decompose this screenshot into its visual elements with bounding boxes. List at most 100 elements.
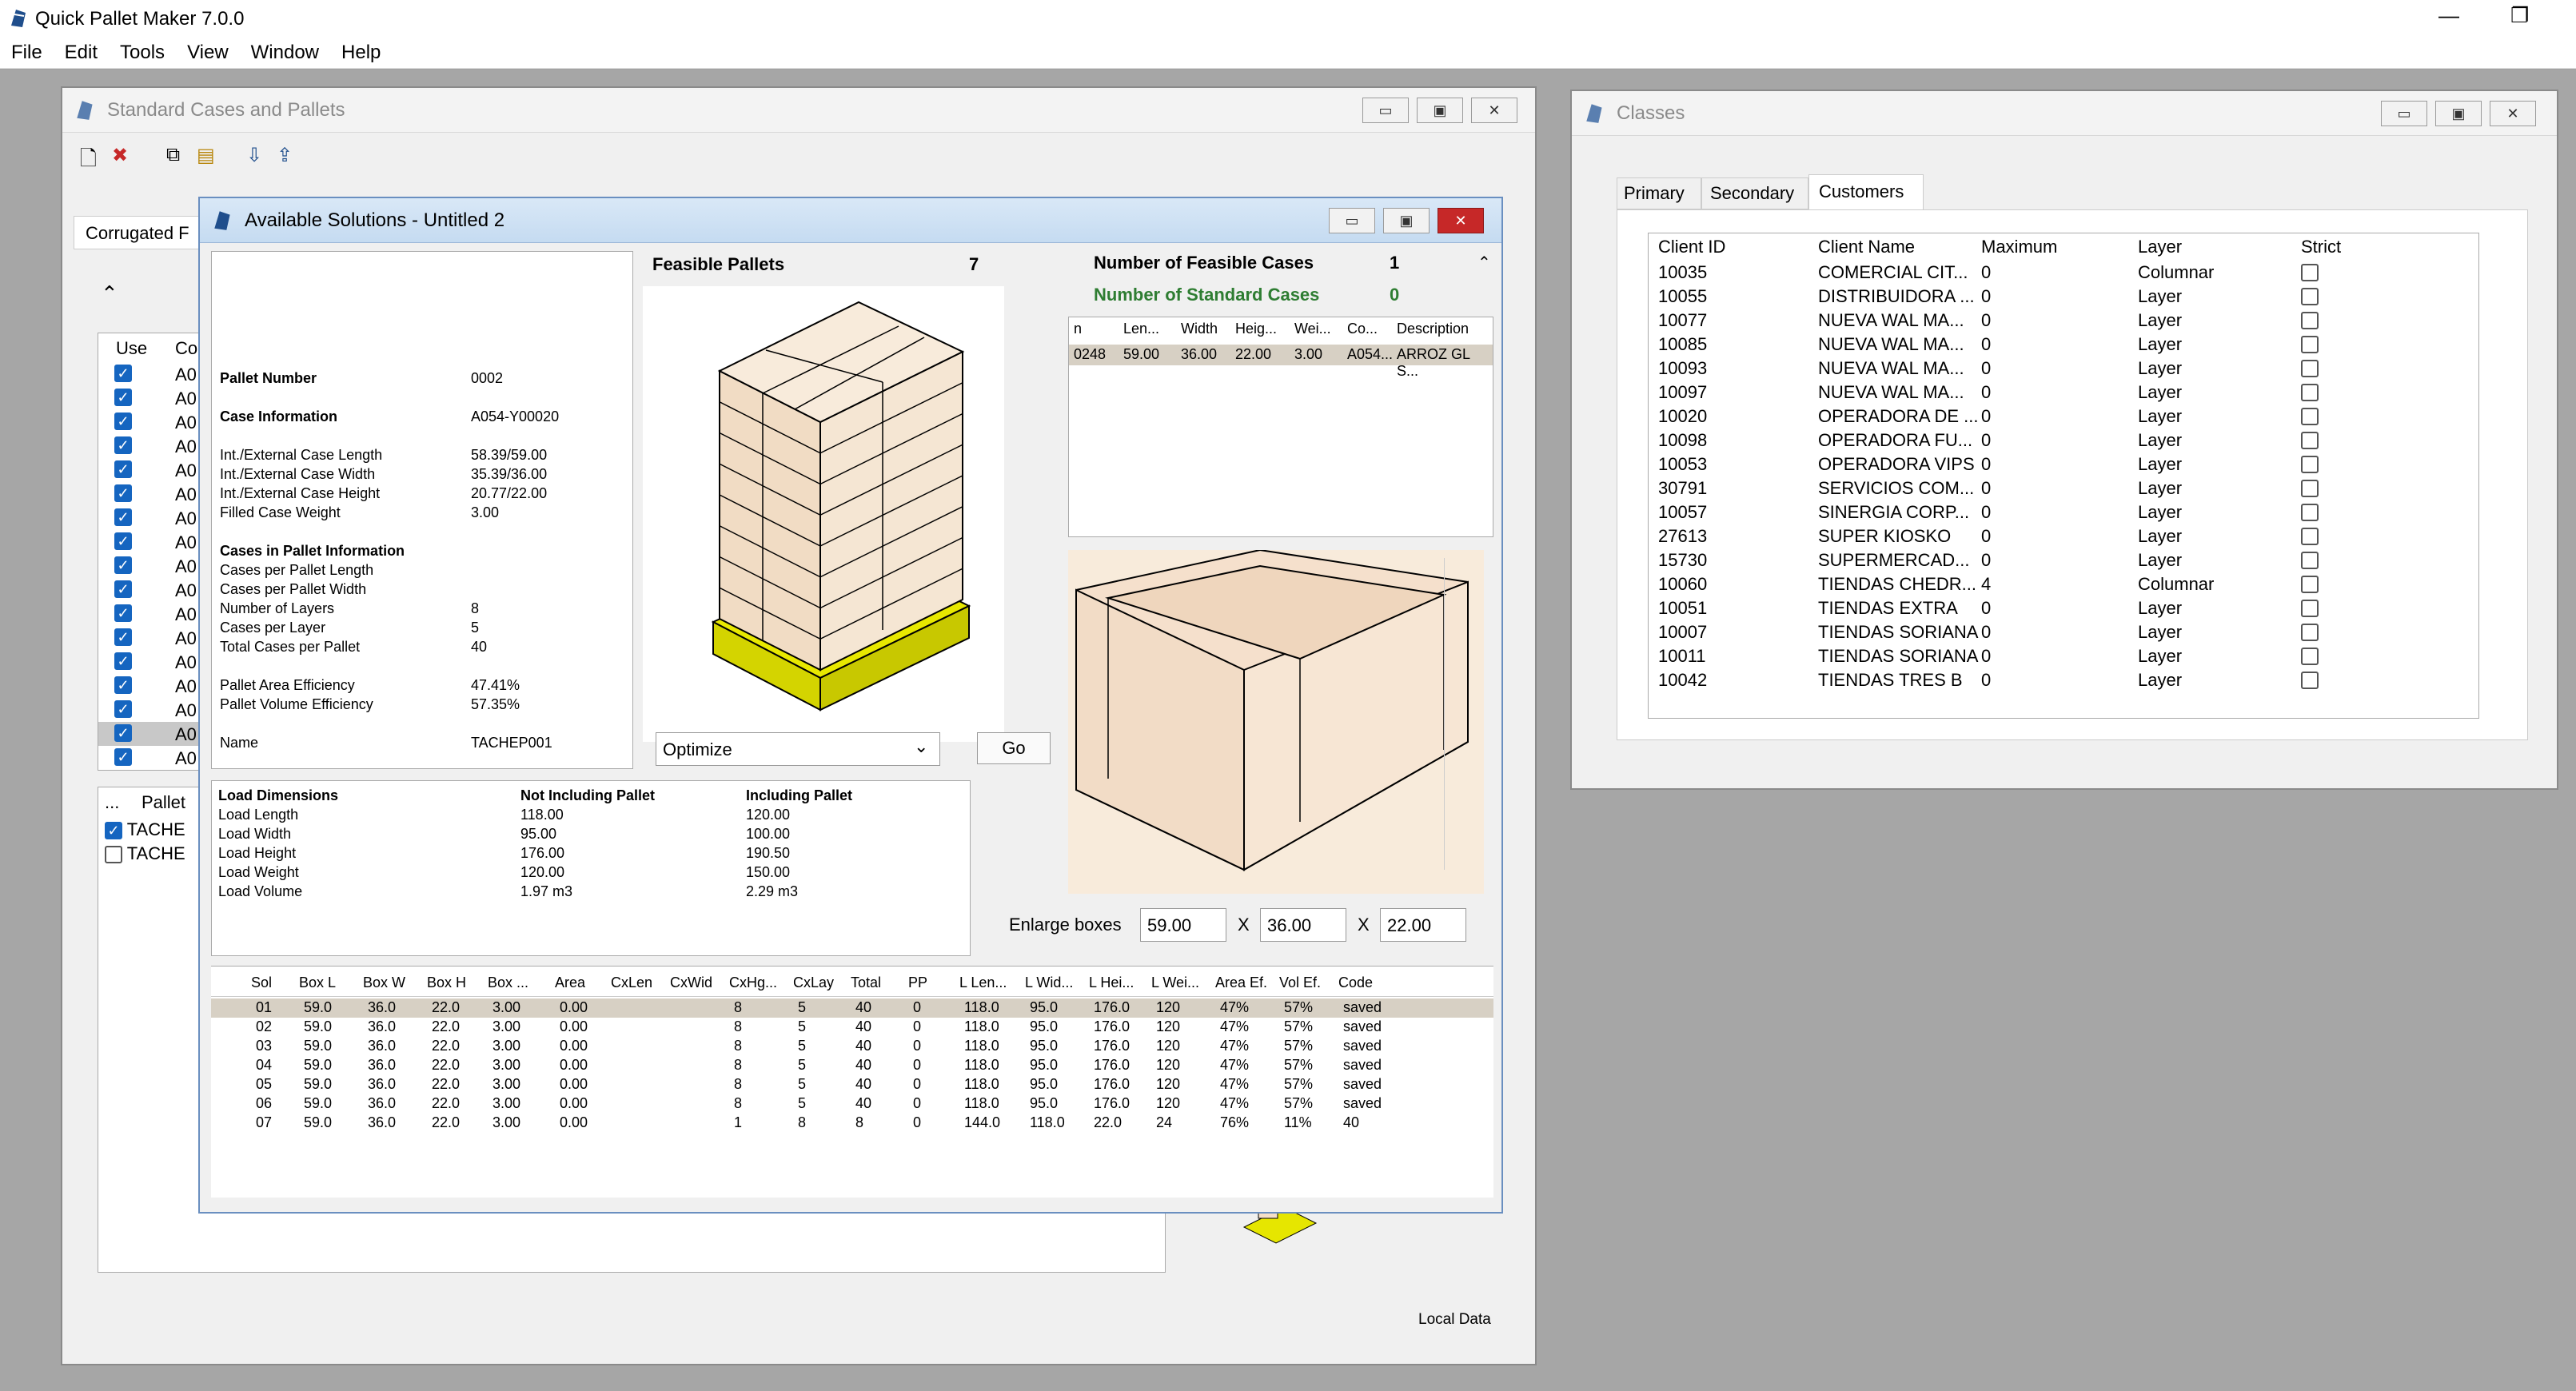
pallet-checkbox[interactable] [105,846,122,864]
column-header[interactable]: CxWid [670,974,712,991]
maximize-button[interactable]: ▣ [1383,208,1430,233]
column-header[interactable]: Area Ef. [1215,974,1267,991]
table-row[interactable]: 10020 OPERADORA DE ... 0 Layer [1649,405,2480,428]
case-row[interactable]: ✓ A0 [98,722,201,746]
case-row[interactable]: ✓ A0 [98,626,201,650]
use-checkbox[interactable]: ✓ [114,556,132,574]
use-checkbox[interactable]: ✓ [114,389,132,406]
table-row[interactable]: 10007 TIENDAS SORIANA 0 Layer [1649,620,2480,644]
optimize-select[interactable]: Optimize ⌄ [656,732,940,766]
import-icon[interactable]: ⇩ [246,144,262,167]
column-header[interactable]: L Hei... [1089,974,1134,991]
close-button[interactable]: ✕ [1471,98,1517,123]
table-row[interactable]: 03 59.0 36.0 22.0 3.00 0.00 8 5 40 0 118.0 95.0 176.… [211,1037,1493,1056]
column-header[interactable]: Box W [363,974,405,991]
column-header[interactable]: PP [908,974,927,991]
menu-tools[interactable]: Tools [120,37,165,69]
table-row[interactable]: 07 59.0 36.0 22.0 3.00 0.00 1 8 8 0 144.0 118.0 22.0… [211,1114,1493,1133]
case-row[interactable]: ✓ A0 [98,482,201,506]
column-header[interactable]: Len... [1123,321,1159,337]
tab-corrugated[interactable]: Corrugated F [74,216,201,249]
menu-help[interactable]: Help [341,37,381,69]
minimize-button[interactable]: ▭ [1329,208,1375,233]
column-header[interactable]: Description [1397,321,1469,337]
strict-checkbox[interactable] [2301,504,2319,521]
strict-checkbox[interactable] [2301,456,2319,473]
minimize-icon[interactable]: — [2438,3,2459,28]
table-row[interactable]: 10060 TIENDAS CHEDR... 4 Columnar [1649,572,2480,596]
strict-checkbox[interactable] [2301,288,2319,305]
use-checkbox[interactable]: ✓ [114,580,132,598]
case-row[interactable]: ✓ A0 [98,698,201,722]
table-row[interactable]: 30791 SERVICIOS COM... 0 Layer [1649,476,2480,500]
case-row[interactable]: ✓ A0 [98,434,201,458]
column-header[interactable]: Co... [1347,321,1378,337]
column-header[interactable]: Vol Ef. [1279,974,1321,991]
strict-checkbox[interactable] [2301,672,2319,689]
column-header[interactable]: CxLay [793,974,834,991]
case-row[interactable]: ✓ A0 [98,458,201,482]
table-row[interactable]: 10035 COMERCIAL CIT... 0 Columnar [1649,261,2480,285]
use-checkbox[interactable]: ✓ [114,724,132,742]
pallet-row[interactable]: ✓ TACHE [105,819,185,840]
column-header[interactable]: Client ID [1658,237,1725,257]
table-row[interactable]: 0248 59.00 36.00 22.00 3.00 A054... ARROZ GL S… [1069,345,1493,379]
tab-secondary[interactable]: Secondary [1701,177,1808,209]
strict-checkbox[interactable] [2301,336,2319,353]
use-checkbox[interactable]: ✓ [114,748,132,766]
go-button[interactable]: Go [977,732,1051,764]
strict-checkbox[interactable] [2301,360,2319,377]
table-row[interactable]: 10077 NUEVA WAL MA... 0 Layer [1649,309,2480,333]
column-header[interactable]: n [1074,321,1082,337]
strict-checkbox[interactable] [2301,312,2319,329]
close-button[interactable]: ✕ [2490,101,2536,126]
menu-edit[interactable]: Edit [65,37,98,69]
strict-checkbox[interactable] [2301,600,2319,617]
case-row[interactable]: ✓ A0 [98,386,201,410]
use-checkbox[interactable]: ✓ [114,700,132,718]
minimize-button[interactable]: ▭ [1362,98,1409,123]
table-row[interactable]: 15730 SUPERMERCAD... 0 Layer [1649,548,2480,572]
strict-checkbox[interactable] [2301,528,2319,545]
pallet-checkbox[interactable]: ✓ [105,822,122,840]
table-row[interactable]: 10011 TIENDAS SORIANA 0 Layer [1649,644,2480,668]
column-header[interactable]: Code [1338,974,1373,991]
case-row[interactable]: ✓ A0 [98,674,201,698]
strict-checkbox[interactable] [2301,648,2319,665]
strict-checkbox[interactable] [2301,624,2319,641]
table-row[interactable]: 10097 NUEVA WAL MA... 0 Layer [1649,381,2480,405]
column-header[interactable]: Box H [427,974,466,991]
case-row[interactable]: ✓ A0 [98,506,201,530]
enlarge-length-input[interactable]: 59.00 [1140,908,1226,942]
pallet-row[interactable]: TACHE [105,843,185,864]
new-icon[interactable]: 🗋 [80,144,97,179]
table-row[interactable]: 04 59.0 36.0 22.0 3.00 0.00 8 5 40 0 118.0 95.0 176.… [211,1056,1493,1075]
column-header[interactable]: Wei... [1294,321,1331,337]
paste-icon[interactable]: ▤ [197,144,215,167]
case-row[interactable]: ✓ A0 [98,530,201,554]
use-checkbox[interactable]: ✓ [114,628,132,646]
case-row[interactable]: ✓ A0 [98,362,201,386]
table-row[interactable]: 10098 OPERADORA FU... 0 Layer [1649,428,2480,452]
menu-window[interactable]: Window [251,37,319,69]
strict-checkbox[interactable] [2301,384,2319,401]
use-checkbox[interactable]: ✓ [114,652,132,670]
use-checkbox[interactable]: ✓ [114,508,132,526]
strict-checkbox[interactable] [2301,576,2319,593]
column-header[interactable]: Client Name [1818,237,1915,257]
collapse-icon[interactable]: ⌃ [101,281,118,306]
copy-icon[interactable]: ⧉ [166,144,180,166]
column-header[interactable]: Area [555,974,585,991]
use-checkbox[interactable]: ✓ [114,484,132,502]
strict-checkbox[interactable] [2301,264,2319,281]
table-row[interactable]: 10053 OPERADORA VIPS 0 Layer [1649,452,2480,476]
delete-icon[interactable]: ✖ [112,144,128,167]
restore-icon[interactable]: ❐ [2510,3,2529,28]
table-row[interactable]: 10042 TIENDAS TRES B 0 Layer [1649,668,2480,692]
collapse-icon[interactable]: ⌃ [1477,253,1491,273]
case-row[interactable]: ✓ A0 [98,650,201,674]
column-header[interactable]: L Len... [959,974,1007,991]
table-row[interactable]: 10093 NUEVA WAL MA... 0 Layer [1649,357,2480,381]
table-row[interactable]: 10051 TIENDAS EXTRA 0 Layer [1649,596,2480,620]
case-row[interactable]: ✓ A0 [98,410,201,434]
